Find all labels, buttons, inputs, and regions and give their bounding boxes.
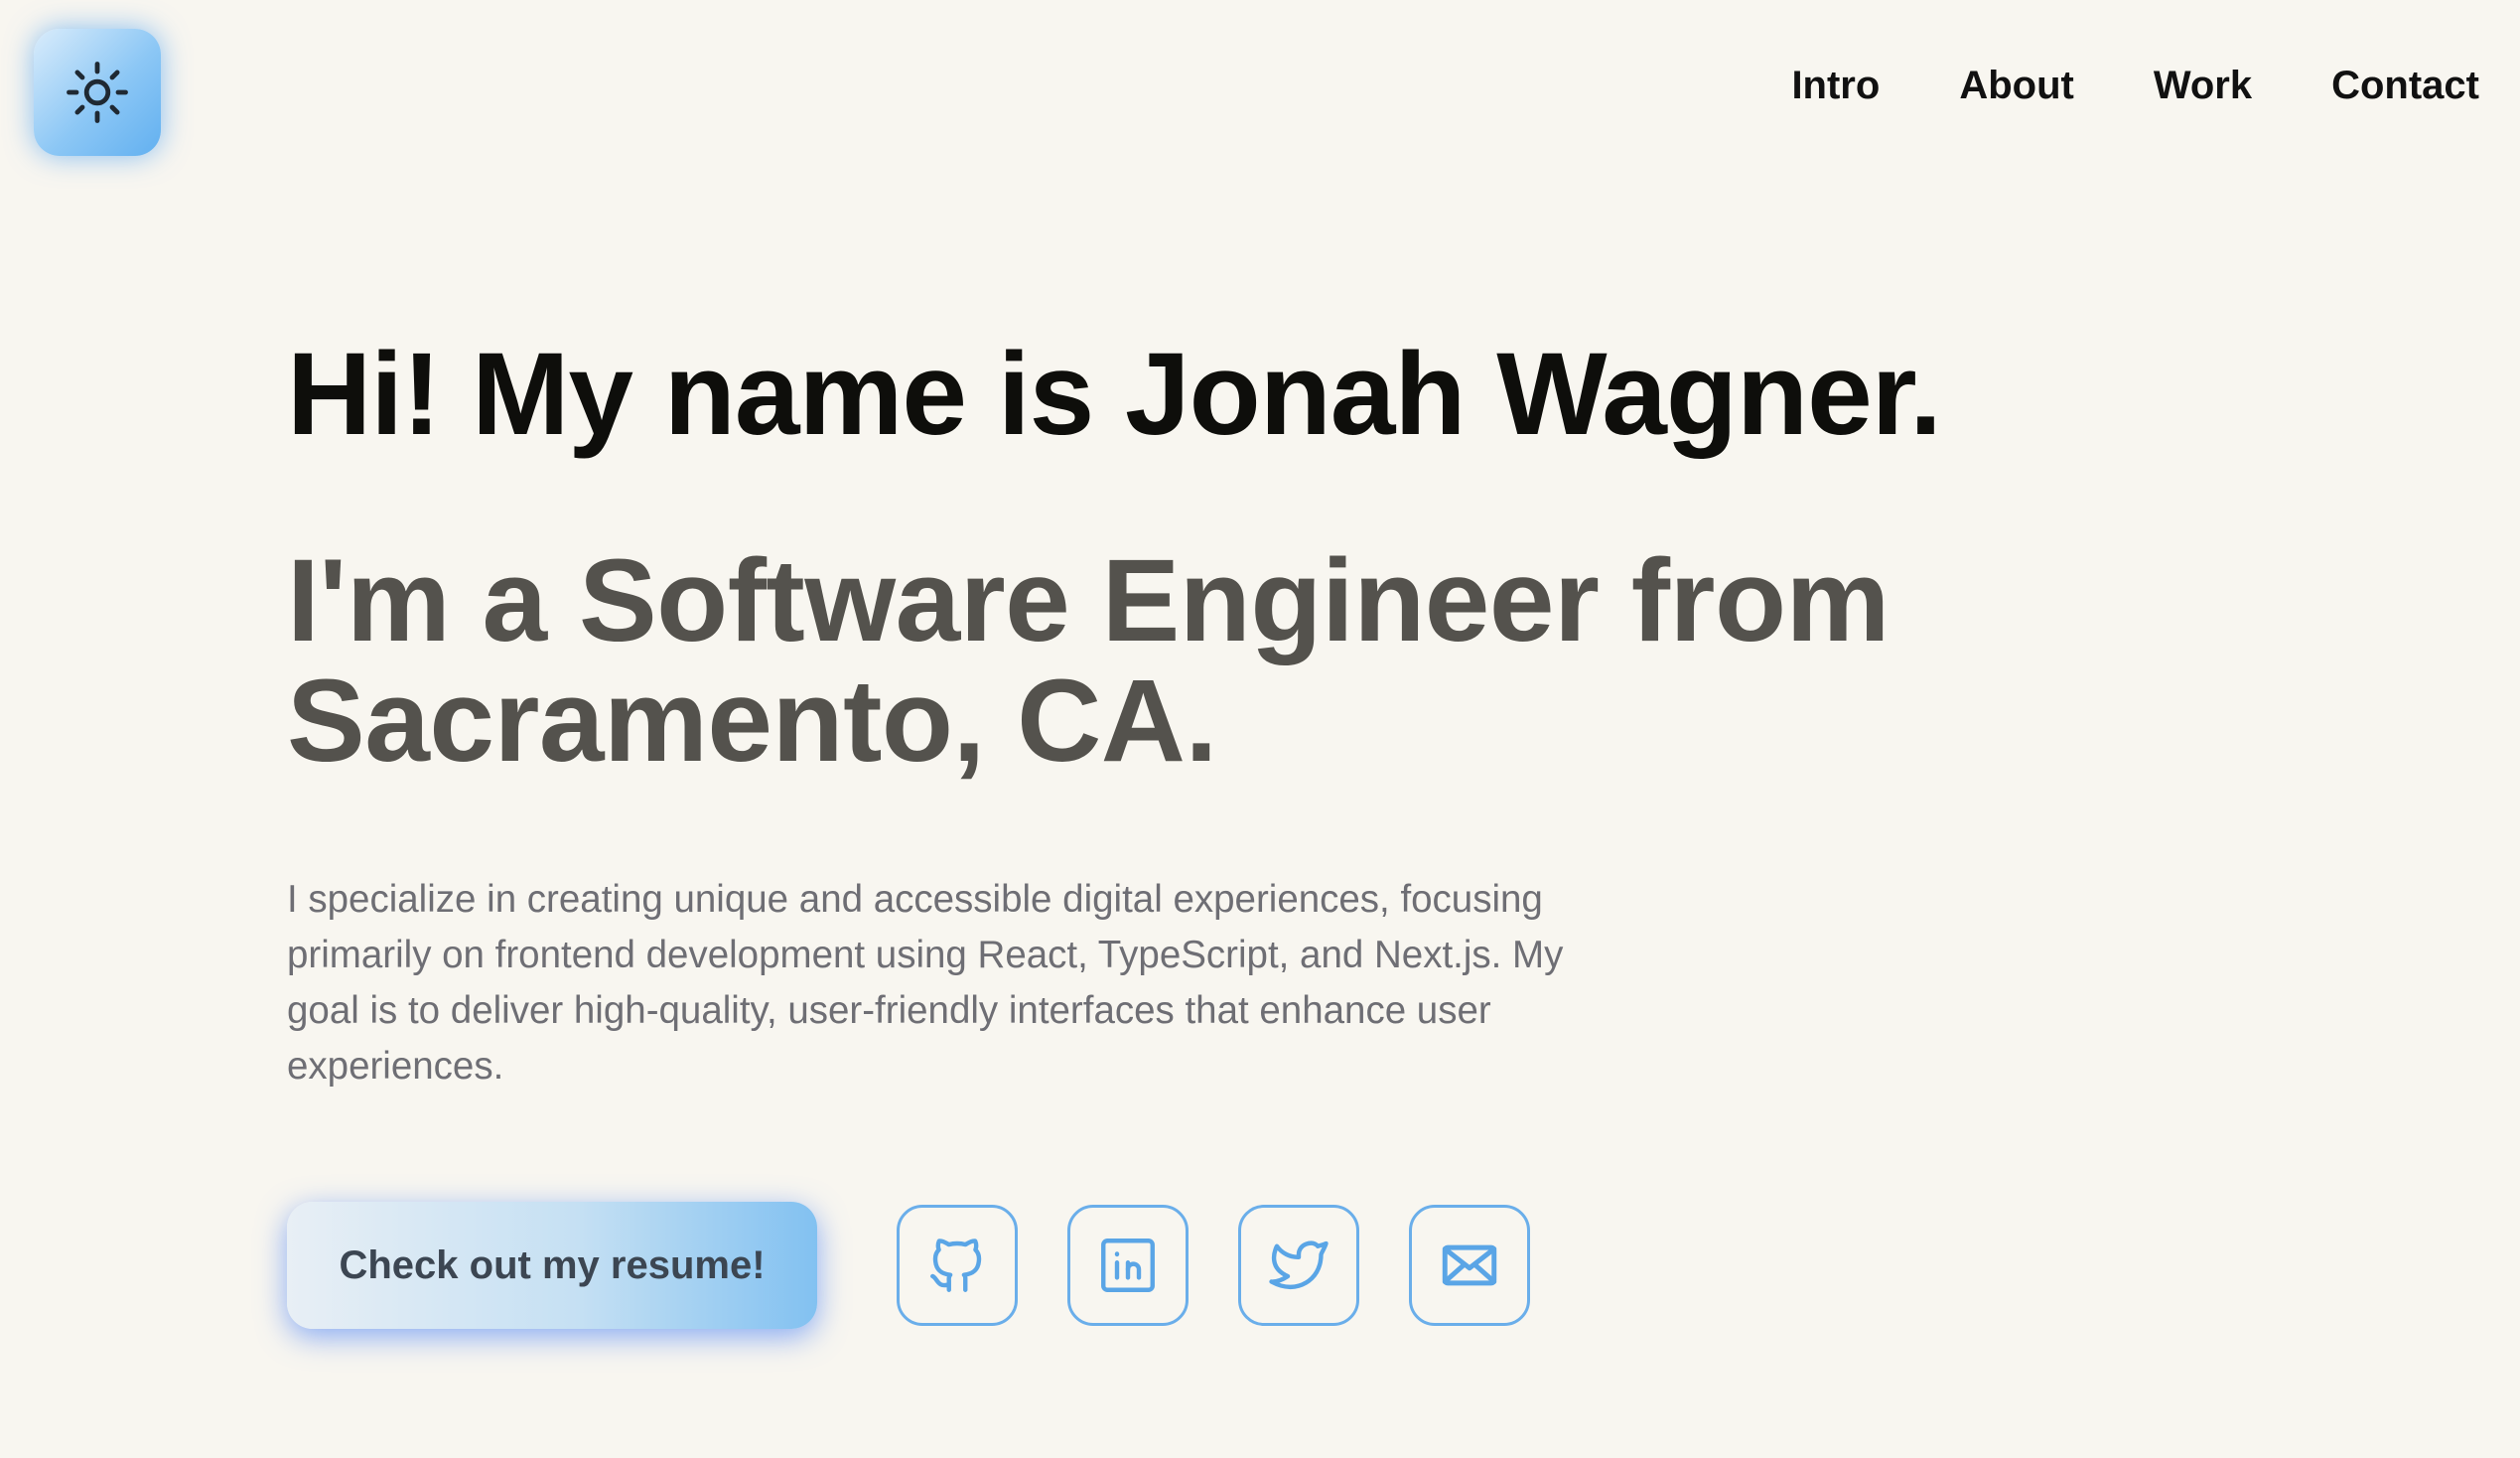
hero-greeting: Hi! My name is Jonah Wagner. [287, 329, 1942, 460]
nav-link-about[interactable]: About [1959, 66, 2074, 105]
sun-icon [67, 62, 128, 123]
hero-section: Hi! My name is Jonah Wagner. I'm a Softw… [287, 329, 2173, 1094]
main-nav: Intro About Work Contact [1791, 66, 2479, 105]
hero-bio: I specialize in creating unique and acce… [287, 878, 1564, 1089]
resume-button[interactable]: Check out my resume! [287, 1202, 817, 1329]
hero-actions: Check out my resume! [287, 1202, 1530, 1329]
nav-link-intro[interactable]: Intro [1791, 66, 1880, 105]
theme-toggle-button[interactable] [34, 29, 161, 156]
github-icon [930, 1239, 982, 1292]
linkedin-icon [1101, 1239, 1155, 1292]
twitter-link[interactable] [1238, 1205, 1359, 1326]
github-link[interactable] [897, 1205, 1018, 1326]
linkedin-link[interactable] [1067, 1205, 1189, 1326]
email-link[interactable] [1409, 1205, 1530, 1326]
twitter-icon [1269, 1240, 1329, 1289]
nav-link-contact[interactable]: Contact [2331, 66, 2479, 105]
mail-icon [1442, 1244, 1497, 1286]
hero-role: I'm a Software Engineer from Sacramento,… [287, 535, 1890, 787]
social-links [897, 1205, 1530, 1326]
nav-link-work[interactable]: Work [2154, 66, 2252, 105]
